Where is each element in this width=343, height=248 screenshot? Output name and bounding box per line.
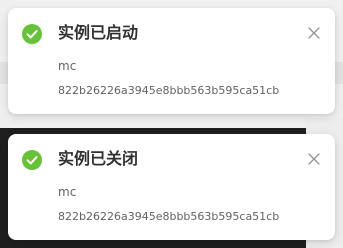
instance-name: mc bbox=[58, 59, 77, 73]
instance-name: mc bbox=[58, 185, 77, 199]
close-icon[interactable] bbox=[308, 153, 320, 165]
notification-title: 实例已关闭 bbox=[58, 149, 139, 168]
check-circle-icon bbox=[22, 24, 42, 44]
instance-id: 822b26226a3945e8bbb563b595ca51cb bbox=[58, 84, 280, 97]
notification-instance-stopped: 实例已关闭 mc 822b26226a3945e8bbb563b595ca51c… bbox=[8, 134, 335, 240]
notification-title: 实例已启动 bbox=[58, 23, 139, 42]
close-icon[interactable] bbox=[308, 27, 320, 39]
instance-id: 822b26226a3945e8bbb563b595ca51cb bbox=[58, 210, 280, 223]
check-circle-icon bbox=[22, 150, 42, 170]
notification-instance-started: 实例已启动 mc 822b26226a3945e8bbb563b595ca51c… bbox=[8, 8, 335, 114]
